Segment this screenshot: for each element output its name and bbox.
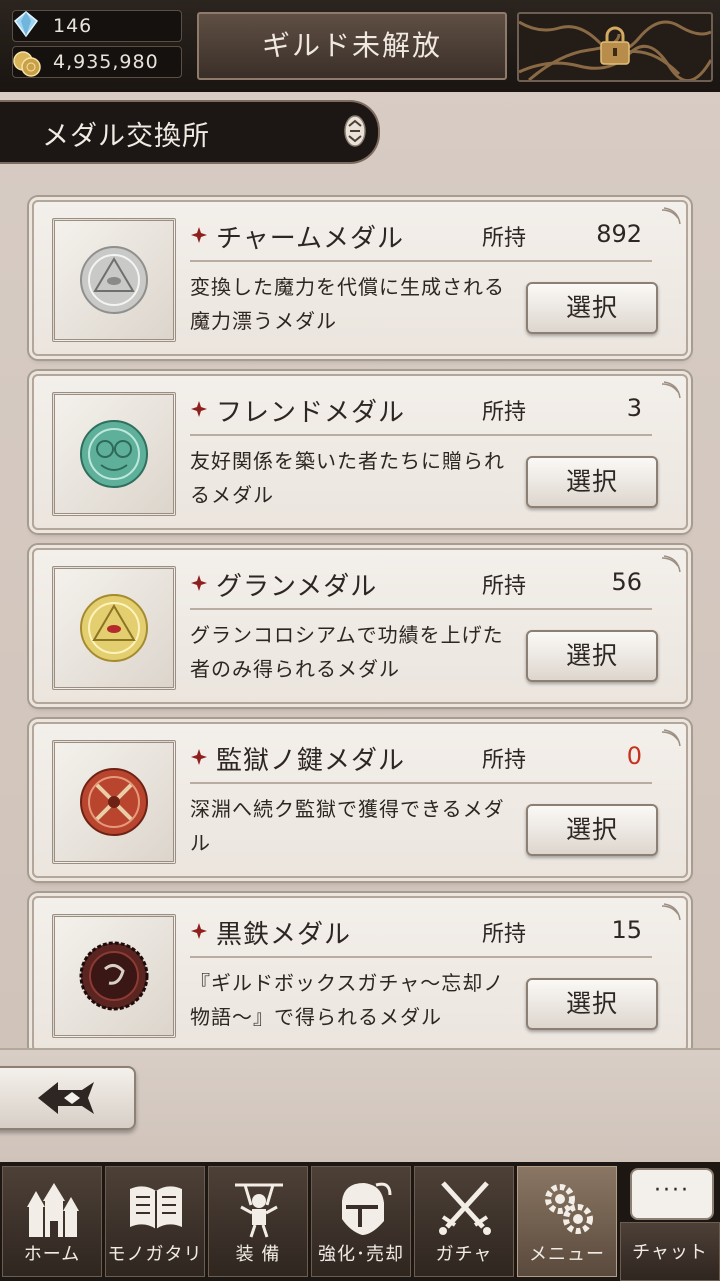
corner-ornament-icon xyxy=(661,903,681,921)
select-button[interactable]: 選択 xyxy=(526,282,658,334)
friend-medal-icon xyxy=(80,420,148,488)
medal-description: グランコロシアムで功績を上げた者のみ得られるメダル xyxy=(190,623,504,681)
cross-icon xyxy=(191,401,207,417)
cross-icon xyxy=(191,227,207,243)
medal-description: 深淵へ続ク監獄で獲得できるメダル xyxy=(190,797,505,855)
own-count: 56 xyxy=(611,568,642,596)
medal-description: 『ギルドボックスガチャ～忘却ノ物語～』で得られるメダル xyxy=(190,971,505,1029)
medal-name: 黒鉄メダル xyxy=(216,920,352,950)
corner-ornament-icon xyxy=(661,555,681,573)
back-button[interactable] xyxy=(0,1066,136,1130)
nav-gacha-label: ガチャ xyxy=(435,1244,493,1265)
ornament-icon xyxy=(344,115,366,147)
own-label: 所持 xyxy=(482,748,527,773)
divider xyxy=(190,608,652,610)
own-label: 所持 xyxy=(482,226,527,251)
coin-counter: 4,935,980 xyxy=(12,46,182,78)
cross-icon xyxy=(191,749,207,765)
own-count: 0 xyxy=(626,742,642,770)
corner-ornament-icon xyxy=(661,381,681,399)
medal-card: グランメダル 所持 56 グランコロシアムで功績を上げた者のみ得られるメダル 選… xyxy=(32,548,688,704)
own-label: 所持 xyxy=(482,922,527,947)
helmet-icon xyxy=(342,1182,392,1235)
own-count: 892 xyxy=(596,220,642,248)
medal-name: フレンドメダル xyxy=(216,398,406,428)
select-button[interactable]: 選択 xyxy=(526,630,658,682)
medal-list[interactable]: チャームメダル 所持 892 変換した魔力を代償に生成される魔力漂うメダル 選択… xyxy=(0,182,720,1048)
divider xyxy=(190,782,652,784)
corner-ornament-icon xyxy=(661,207,681,225)
chat-button[interactable]: ···· チャット xyxy=(620,1166,720,1281)
page-title: メダル交換所 xyxy=(42,121,210,152)
gran-medal-icon xyxy=(80,594,148,662)
medal-frame xyxy=(52,740,176,864)
nav-equip-label: 装 備 xyxy=(235,1244,281,1265)
back-bar xyxy=(0,1048,720,1164)
divider xyxy=(190,260,652,262)
medal-frame xyxy=(52,914,176,1038)
nav-home-label: ホーム xyxy=(23,1244,81,1265)
medal-card: チャームメダル 所持 892 変換した魔力を代償に生成される魔力漂うメダル 選択 xyxy=(32,200,688,356)
bottom-nav: ホーム モノガタリ 装 備 強化･売却 ガチャ メニュー xyxy=(0,1162,720,1281)
own-count: 15 xyxy=(611,916,642,944)
nav-equip[interactable]: 装 備 xyxy=(208,1166,308,1277)
page-title-ribbon: メダル交換所 xyxy=(0,100,380,164)
nav-home[interactable]: ホーム xyxy=(2,1166,102,1277)
coin-count: 4,935,980 xyxy=(53,51,159,73)
chat-bubble-icon: ···· xyxy=(630,1168,714,1220)
select-button[interactable]: 選択 xyxy=(526,804,658,856)
medal-card: 黒鉄メダル 所持 15 『ギルドボックスガチャ～忘却ノ物語～』で得られるメダル … xyxy=(32,896,688,1048)
medal-frame xyxy=(52,566,176,690)
nav-menu-label: メニュー xyxy=(529,1244,605,1265)
medal-card: フレンドメダル 所持 3 友好関係を築いた者たちに贈られるメダル 選択 xyxy=(32,374,688,530)
back-arrow-icon xyxy=(38,1082,94,1114)
black-iron-medal-icon xyxy=(79,941,149,1011)
puppet-icon xyxy=(235,1183,283,1238)
charm-medal-icon xyxy=(80,246,148,314)
padlock-chains-icon xyxy=(519,20,711,80)
gem-counter: 146 xyxy=(12,10,182,42)
select-button[interactable]: 選択 xyxy=(526,456,658,508)
nav-enhance-label: 強化･売却 xyxy=(318,1244,404,1265)
corner-ornament-icon xyxy=(661,729,681,747)
own-label: 所持 xyxy=(482,574,527,599)
medal-name: 監獄ノ鍵メダル xyxy=(216,746,406,776)
nav-chat-label: チャット xyxy=(632,1242,708,1263)
medal-card: 監獄ノ鍵メダル 所持 0 深淵へ続ク監獄で獲得できるメダル 選択 xyxy=(32,722,688,878)
top-bar: 146 4,935,980 ギルド未解放 xyxy=(0,0,720,92)
select-button[interactable]: 選択 xyxy=(526,978,658,1030)
nav-menu[interactable]: メニュー xyxy=(517,1166,617,1277)
gem-icon xyxy=(13,11,39,38)
nav-story-label: モノガタリ xyxy=(107,1244,203,1265)
divider xyxy=(190,956,652,958)
castle-icon xyxy=(27,1183,79,1237)
divider xyxy=(190,434,652,436)
guild-button[interactable]: ギルド未解放 xyxy=(197,12,507,80)
cross-icon xyxy=(191,575,207,591)
own-count: 3 xyxy=(626,394,642,422)
nav-gacha[interactable]: ガチャ xyxy=(414,1166,514,1277)
coin-stack-icon xyxy=(13,51,41,77)
cross-icon xyxy=(191,923,207,939)
locked-feature-button[interactable] xyxy=(517,12,713,82)
nav-enhance[interactable]: 強化･売却 xyxy=(311,1166,411,1277)
medal-description: 変換した魔力を代償に生成される魔力漂うメダル xyxy=(190,275,505,333)
book-icon xyxy=(130,1186,182,1229)
medal-frame xyxy=(52,392,176,516)
prison-key-medal-icon xyxy=(80,768,148,836)
nav-story[interactable]: モノガタリ xyxy=(105,1166,205,1277)
crossed-swords-icon xyxy=(439,1181,491,1235)
gears-icon xyxy=(545,1184,593,1234)
own-label: 所持 xyxy=(482,400,527,425)
medal-description: 友好関係を築いた者たちに贈られるメダル xyxy=(190,449,505,507)
gem-count: 146 xyxy=(53,15,93,37)
medal-name: チャームメダル xyxy=(216,224,404,254)
medal-frame xyxy=(52,218,176,342)
medal-name: グランメダル xyxy=(216,572,378,602)
